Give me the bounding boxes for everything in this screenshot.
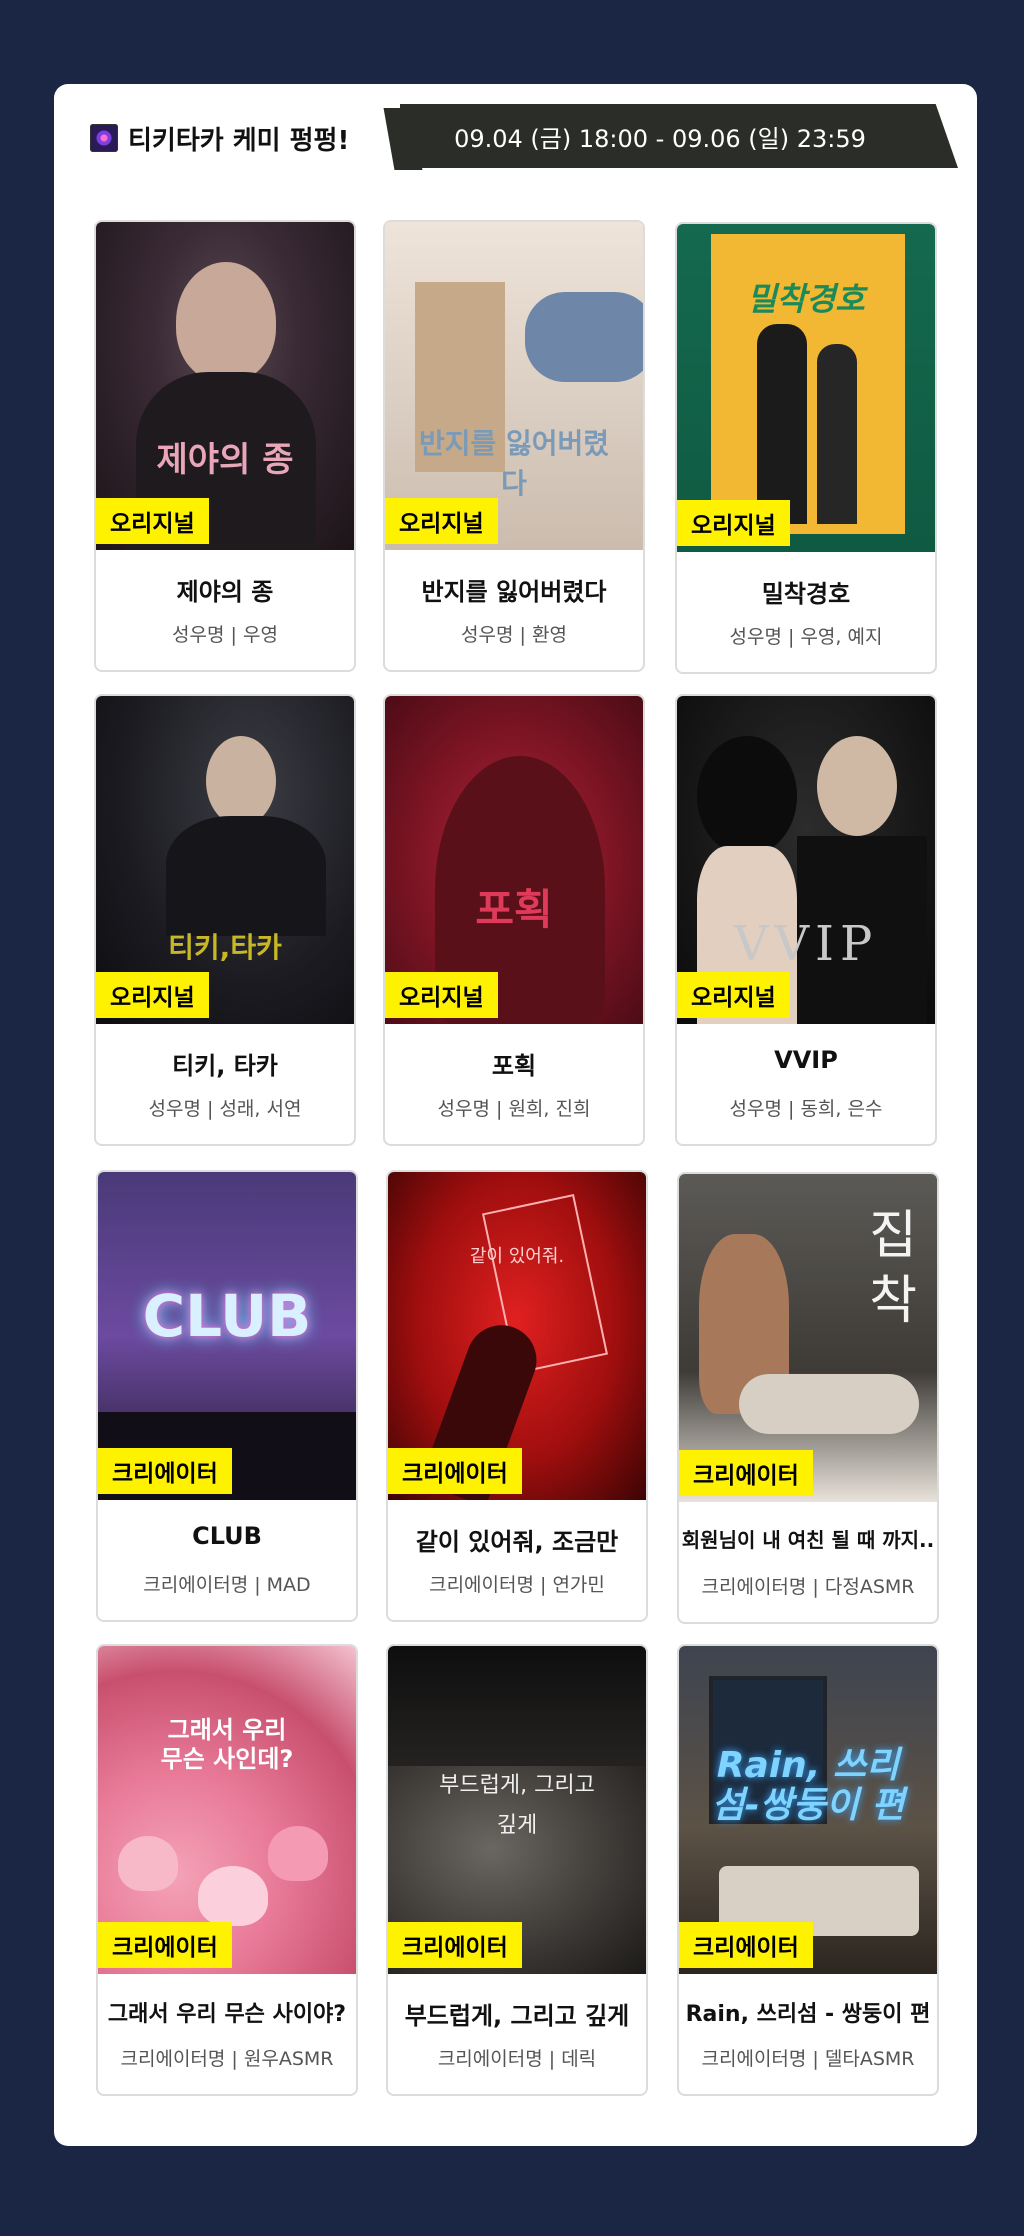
category-badge: 오리지널 (677, 500, 790, 546)
category-badge: 오리지널 (385, 972, 498, 1018)
card-title: 제야의 종 (176, 578, 274, 606)
category-badge: 오리지널 (96, 498, 209, 544)
content-card[interactable]: VVIP 오리지널 VVIP 성우명 | 동희, 은수 (675, 694, 937, 1146)
poster-title: 제야의 종 (156, 440, 294, 480)
category-badge: 크리에이터 (98, 1448, 232, 1494)
category-badge: 오리지널 (96, 972, 209, 1018)
category-badge: 크리에이터 (388, 1448, 522, 1494)
poster-title: 티키,타카 (168, 931, 282, 964)
card-title: 회원님이 내 여친 될 때 까지.. (681, 1528, 935, 1552)
content-card[interactable]: 반지를 잃어버렸다 오리지널 반지를 잃어버렸다 성우명 | 환영 (383, 220, 645, 672)
card-credit: 크리에이터명 | 델타ASMR (701, 2048, 915, 2070)
category-badge: 크리에이터 (679, 1450, 813, 1496)
event-period: 09.04 (금) 18:00 - 09.06 (일) 23:59 (454, 124, 866, 153)
content-card[interactable]: 밀착경호 오리지널 밀착경호 성우명 | 우영, 예지 (675, 222, 937, 674)
card-title: Rain, 쓰리섬 - 쌍둥이 편 (685, 2002, 931, 2027)
content-card[interactable]: 집착 크리에이터 회원님이 내 여친 될 때 까지.. 크리에이터명 | 다정A… (677, 1172, 939, 1624)
poster-title: Rain, 쓰리섬-쌍둥이 편 (711, 1745, 905, 1826)
card-credit: 성우명 | 우영, 예지 (729, 626, 883, 648)
card-title: 부드럽게, 그리고 깊게 (404, 2002, 630, 2030)
poster-title: 그래서 우리 무슨 사인데? (160, 1716, 294, 1773)
firework-icon (90, 124, 118, 152)
card-title: VVIP (774, 1046, 838, 1074)
poster-title: CLUB (142, 1282, 312, 1350)
poster-title: 밀착경호 (747, 280, 865, 318)
card-title: 반지를 잃어버렸다 (421, 578, 607, 606)
poster-title: VVIP (733, 916, 879, 972)
content-card[interactable]: 그래서 우리 무슨 사인데? 크리에이터 그래서 우리 무슨 사이야? 크리에이… (96, 1644, 358, 2096)
poster-title: 같이 있어줘. (469, 1246, 565, 1267)
poster-title: 포획 (475, 885, 553, 934)
card-credit: 성우명 | 우영 (172, 624, 278, 646)
card-credit: 크리에이터명 | 연가민 (429, 1574, 605, 1596)
card-title: 같이 있어줘, 조금만 (415, 1528, 619, 1556)
card-credit: 크리에이터명 | 원우ASMR (120, 2048, 334, 2070)
poster-title: 반지를 잃어버렸다 (418, 427, 610, 500)
card-title: 밀착경호 (761, 580, 851, 608)
card-credit: 크리에이터명 | MAD (143, 1574, 311, 1596)
card-title: 그래서 우리 무슨 사이야? (107, 2002, 347, 2027)
card-credit: 성우명 | 동희, 은수 (729, 1098, 883, 1120)
card-credit: 성우명 | 환영 (461, 624, 567, 646)
card-title: 포획 (491, 1052, 537, 1080)
content-card[interactable]: 같이 있어줘. 크리에이터 같이 있어줘, 조금만 크리에이터명 | 연가민 (386, 1170, 648, 1622)
content-card[interactable]: Rain, 쓰리섬-쌍둥이 편 크리에이터 Rain, 쓰리섬 - 쌍둥이 편 … (677, 1644, 939, 2096)
category-badge: 크리에이터 (679, 1922, 813, 1968)
category-badge: 크리에이터 (98, 1922, 232, 1968)
category-badge: 크리에이터 (388, 1922, 522, 1968)
card-credit: 성우명 | 성래, 서연 (148, 1098, 302, 1120)
content-card[interactable]: CLUB 크리에이터 CLUB 크리에이터명 | MAD (96, 1170, 358, 1622)
category-badge: 오리지널 (385, 498, 498, 544)
card-title: CLUB (192, 1522, 262, 1550)
content-card[interactable]: 제야의 종 오리지널 제야의 종 성우명 | 우영 (94, 220, 356, 672)
event-title-tab: 티키타카 케미 펑펑! (90, 118, 349, 158)
content-card[interactable]: 부드럽게, 그리고 깊게 크리에이터 부드럽게, 그리고 깊게 크리에이터명 |… (386, 1644, 648, 2096)
card-credit: 크리에이터명 | 다정ASMR (701, 1576, 915, 1598)
content-card[interactable]: 포획 오리지널 포획 성우명 | 원희, 진희 (383, 694, 645, 1146)
poster-title: 집착 (869, 1206, 917, 1331)
content-card[interactable]: 티키,타카 오리지널 티키, 타카 성우명 | 성래, 서연 (94, 694, 356, 1146)
card-credit: 성우명 | 원희, 진희 (437, 1098, 591, 1120)
category-badge: 오리지널 (677, 972, 790, 1018)
card-title: 티키, 타카 (172, 1052, 278, 1080)
poster-title: 부드럽게, 그리고 깊게 (439, 1773, 595, 1838)
card-credit: 크리에이터명 | 데릭 (437, 2048, 597, 2070)
event-title: 티키타카 케미 펑펑! (128, 125, 350, 156)
